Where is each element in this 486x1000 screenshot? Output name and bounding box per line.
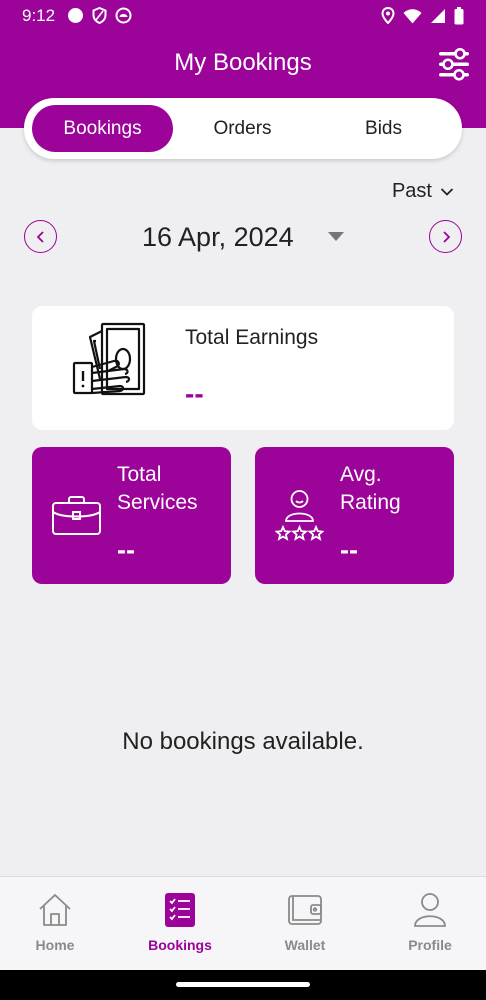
- tab-orders[interactable]: Orders: [172, 105, 313, 152]
- wifi-icon: [403, 8, 422, 23]
- date-navigator: 16 Apr, 2024: [24, 220, 462, 256]
- total-services-value: --: [117, 535, 135, 565]
- nav-wallet-label: Wallet: [284, 937, 326, 953]
- average-rating-card: Avg. Rating --: [255, 447, 454, 584]
- signal-icon: [431, 8, 445, 23]
- date-caret-icon[interactable]: [328, 232, 344, 241]
- shield-icon: [92, 7, 107, 24]
- empty-state-message: No bookings available.: [122, 728, 364, 755]
- status-time: 9:12: [22, 5, 56, 25]
- page-title: My Bookings: [174, 49, 312, 76]
- system-navigation-bar: [0, 970, 486, 1000]
- nav-bookings-label: Bookings: [148, 937, 212, 953]
- profile-icon: [414, 893, 446, 927]
- app-notification-icon: [115, 7, 132, 24]
- nav-profile[interactable]: Profile: [369, 877, 486, 971]
- period-label: Past: [391, 180, 432, 202]
- briefcase-icon: [52, 496, 101, 535]
- average-rating-value: --: [340, 535, 358, 565]
- cash-in-hand-icon: [72, 322, 146, 396]
- average-rating-label: Avg. Rating: [340, 463, 401, 514]
- total-earnings-label: Total Earnings: [185, 326, 319, 349]
- status-bar: 9:12: [0, 0, 486, 31]
- battery-icon: [454, 6, 464, 24]
- selected-date[interactable]: 16 Apr, 2024: [142, 222, 294, 253]
- filter-settings-icon[interactable]: [439, 47, 469, 81]
- chevron-left-icon: [36, 230, 44, 243]
- nav-wallet[interactable]: Wallet: [244, 877, 366, 971]
- tab-bookings[interactable]: Bookings: [32, 105, 173, 152]
- location-icon: [381, 7, 395, 24]
- total-services-label: Total Services: [117, 463, 198, 514]
- tab-bids[interactable]: Bids: [313, 105, 454, 152]
- user-rating-icon: [275, 490, 324, 541]
- chevron-right-icon: [442, 230, 450, 243]
- nav-home-label: Home: [35, 937, 75, 953]
- total-services-card: Total Services --: [32, 447, 231, 584]
- wallet-icon: [288, 895, 322, 925]
- next-date-button[interactable]: [429, 220, 462, 253]
- bookings-icon: [165, 893, 195, 927]
- nav-bookings[interactable]: Bookings: [119, 877, 241, 971]
- chevron-down-icon: [440, 187, 454, 196]
- period-dropdown[interactable]: Past: [392, 180, 454, 203]
- total-earnings-card: Total Earnings --: [32, 306, 454, 430]
- notification-dot-icon: [68, 8, 84, 23]
- booking-tabs: Bookings Orders Bids: [24, 98, 462, 159]
- home-icon: [39, 894, 71, 926]
- bottom-navigation: Home Bookings Wallet Profile: [0, 876, 486, 970]
- nav-profile-label: Profile: [408, 937, 452, 953]
- previous-date-button[interactable]: [24, 220, 57, 253]
- home-gesture-handle[interactable]: [176, 982, 310, 987]
- total-earnings-value: --: [185, 378, 204, 409]
- nav-home[interactable]: Home: [0, 877, 116, 971]
